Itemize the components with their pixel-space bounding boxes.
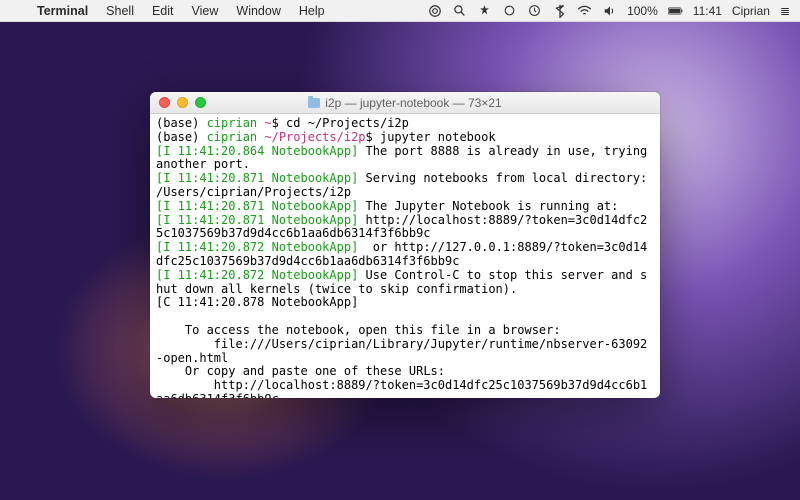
minimize-button[interactable] [177, 97, 188, 108]
term-line: [I 11:41:20.871 NotebookApp] The Jupyter… [156, 199, 618, 213]
menu-view[interactable]: View [183, 4, 228, 18]
term-line: Or copy and paste one of these URLs: [156, 364, 445, 378]
close-button[interactable] [159, 97, 170, 108]
wifi-icon[interactable] [577, 3, 592, 18]
term-line: [I 11:41:20.871 NotebookApp] Serving not… [156, 171, 655, 199]
menu-edit[interactable]: Edit [143, 4, 183, 18]
term-line: [I 11:41:20.872 NotebookApp] or http://1… [156, 240, 647, 268]
term-line: http://localhost:8889/?token=3c0d14dfc25… [156, 378, 647, 398]
term-line: file:///Users/ciprian/Library/Jupyter/ru… [156, 337, 647, 365]
zoom-button[interactable] [195, 97, 206, 108]
siri-menu-icon[interactable]: ≣ [780, 4, 790, 18]
folder-icon [308, 98, 320, 108]
term-line: [C 11:41:20.878 NotebookApp] [156, 295, 358, 309]
search-icon[interactable] [452, 3, 467, 18]
term-line: [I 11:41:20.864 NotebookApp] The port 88… [156, 144, 655, 172]
term-line: (base) ciprian ~/Projects/i2p$ jupyter n… [156, 130, 496, 144]
menubar: Terminal Shell Edit View Window Help 100… [0, 0, 800, 22]
window-titlebar[interactable]: i2p — jupyter-notebook — 73×21 [150, 92, 660, 114]
menubar-right: 100% 11:41 Ciprian ≣ [427, 3, 790, 18]
term-line: (base) ciprian ~$ cd ~/Projects/i2p [156, 116, 409, 130]
menu-help[interactable]: Help [290, 4, 334, 18]
window-title-wrap: i2p — jupyter-notebook — 73×21 [150, 96, 660, 110]
bluetooth-icon[interactable] [552, 3, 567, 18]
menubar-left: Terminal Shell Edit View Window Help [10, 4, 334, 18]
user-menu[interactable]: Ciprian [732, 4, 770, 18]
status-icon-1[interactable] [427, 3, 442, 18]
terminal-body[interactable]: (base) ciprian ~$ cd ~/Projects/i2p (bas… [150, 114, 660, 398]
clock[interactable]: 11:41 [693, 4, 722, 18]
app-name-menu[interactable]: Terminal [28, 4, 97, 18]
status-icon-5[interactable] [527, 3, 542, 18]
battery-percent[interactable]: 100% [627, 4, 658, 18]
desktop: Terminal Shell Edit View Window Help 100… [0, 0, 800, 500]
menu-window[interactable]: Window [227, 4, 289, 18]
traffic-lights [150, 97, 206, 108]
term-line: To access the notebook, open this file i… [156, 323, 561, 337]
menu-shell[interactable]: Shell [97, 4, 143, 18]
term-line: [I 11:41:20.871 NotebookApp] http://loca… [156, 213, 647, 241]
battery-icon[interactable] [668, 3, 683, 18]
status-icon-3[interactable] [477, 3, 492, 18]
volume-icon[interactable] [602, 3, 617, 18]
terminal-window: i2p — jupyter-notebook — 73×21 (base) ci… [150, 92, 660, 398]
window-title: i2p — jupyter-notebook — 73×21 [325, 96, 501, 110]
term-line: [I 11:41:20.872 NotebookApp] Use Control… [156, 268, 647, 296]
status-icon-4[interactable] [502, 3, 517, 18]
